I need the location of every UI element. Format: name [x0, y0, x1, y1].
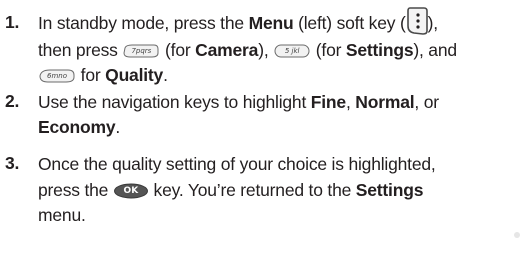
- step-1-line-1: In standby mode, press the Menu (left) s…: [38, 7, 438, 36]
- quality-option: Quality: [105, 65, 164, 85]
- settings-5-key-icon: 5 jkl: [273, 43, 311, 59]
- normal-option: Normal: [355, 92, 415, 112]
- settings-option: Settings: [345, 40, 414, 60]
- settings-menu-name: Settings: [355, 180, 424, 200]
- menu-key-name: Menu: [248, 13, 294, 33]
- step-number: 2.: [5, 91, 20, 111]
- instruction-page: 1. In standby mode, press the Menu (left…: [0, 0, 524, 255]
- camera-option: Camera: [195, 40, 259, 60]
- step-1-line-2: then press 7pqrs (for Camera), 5 jkl (fo…: [38, 40, 457, 60]
- economy-option: Economy: [38, 117, 116, 137]
- left-soft-key-icon: [406, 6, 428, 36]
- step-number: 3.: [5, 153, 20, 173]
- step-3-line-3: menu.: [38, 205, 86, 225]
- step-2-line-2: Economy.: [38, 117, 121, 137]
- camera-7-key-icon: 7pqrs: [122, 43, 160, 59]
- step-number: 1.: [5, 12, 20, 32]
- step-1-line-3: 6mno for Quality.: [38, 64, 168, 86]
- ok-key-icon: OK: [113, 183, 149, 199]
- fine-option: Fine: [310, 92, 346, 112]
- step-3-line-1: Once the quality setting of your choice …: [38, 154, 436, 174]
- step-2-line-1: Use the navigation keys to highlight Fin…: [38, 92, 439, 112]
- page-edge-mark: [514, 232, 520, 238]
- quality-6-key-icon: 6mno: [38, 68, 76, 84]
- step-3-line-2: press the OK key. You’re returned to the…: [38, 180, 424, 200]
